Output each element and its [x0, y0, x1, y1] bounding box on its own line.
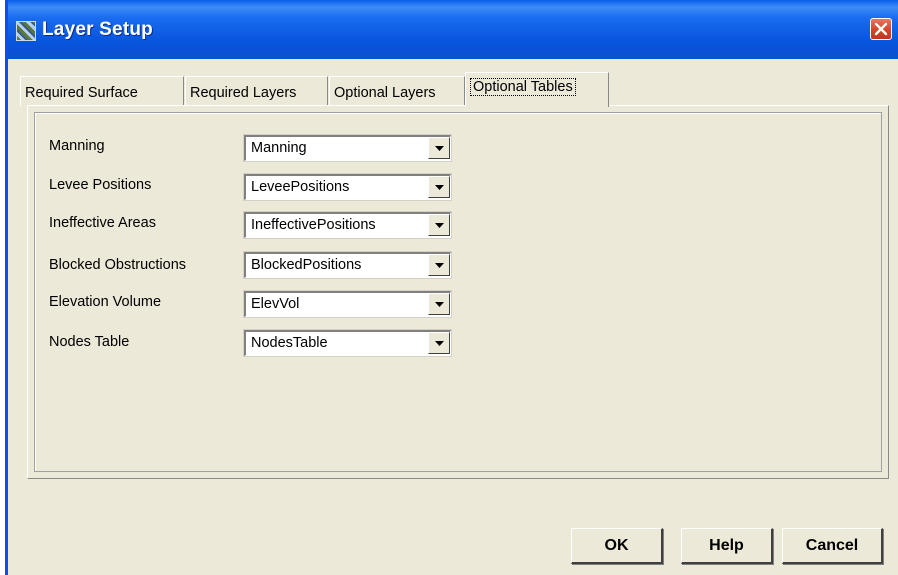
nodes-table-value: NodesTable — [251, 335, 328, 351]
manning-label: Manning — [49, 138, 105, 154]
blocked-obstructions-dropdown-button[interactable] — [428, 254, 450, 276]
tab-label: Required Surface — [25, 85, 138, 101]
ineffective-areas-value: IneffectivePositions — [251, 217, 376, 233]
chevron-down-icon — [435, 146, 444, 151]
nodes-table-dropdown-button[interactable] — [428, 332, 450, 354]
chevron-down-icon — [435, 185, 444, 190]
blocked-obstructions-label: Blocked Obstructions — [49, 257, 187, 273]
chevron-down-icon — [435, 263, 444, 268]
tab-optional-layers[interactable]: Optional Layers — [329, 76, 465, 106]
manning-dropdown-button[interactable] — [428, 137, 450, 159]
tab-required-surface[interactable]: Required Surface — [20, 76, 184, 106]
chevron-down-icon — [435, 223, 444, 228]
levee-positions-dropdown-button[interactable] — [428, 176, 450, 198]
panel-group-box — [34, 112, 882, 472]
tab-optional-tables[interactable]: Optional Tables — [465, 72, 609, 107]
cancel-button[interactable]: Cancel — [782, 528, 883, 564]
optional-tables-panel — [27, 105, 889, 479]
levee-positions-dropdown[interactable]: LeveePositions — [244, 174, 451, 200]
levee-positions-value: LeveePositions — [251, 179, 350, 195]
close-button[interactable] — [870, 18, 892, 40]
ineffective-areas-dropdown[interactable]: IneffectivePositions — [244, 212, 451, 238]
help-button[interactable]: Help — [681, 528, 773, 564]
chevron-down-icon — [435, 302, 444, 307]
window-title: Layer Setup — [42, 19, 153, 40]
elevation-volume-value: ElevVol — [251, 296, 300, 312]
nodes-table-dropdown[interactable]: NodesTable — [244, 330, 451, 356]
tab-label: Optional Layers — [334, 85, 436, 101]
tab-label: Required Layers — [190, 85, 297, 101]
blocked-obstructions-dropdown[interactable]: BlockedPositions — [244, 252, 451, 278]
elevation-volume-dropdown-button[interactable] — [428, 293, 450, 315]
ineffective-areas-label: Ineffective Areas — [49, 215, 156, 231]
chevron-down-icon — [435, 341, 444, 346]
ineffective-areas-dropdown-button[interactable] — [428, 214, 450, 236]
app-icon — [16, 21, 36, 41]
elevation-volume-label: Elevation Volume — [49, 294, 162, 310]
blocked-obstructions-value: BlockedPositions — [251, 257, 362, 273]
manning-value: Manning — [251, 140, 307, 156]
title-bar[interactable]: Layer Setup — [8, 0, 898, 59]
tab-strip: Required Surface Required Layers Optiona… — [18, 72, 898, 107]
ok-button[interactable]: OK — [571, 528, 663, 564]
close-icon — [874, 22, 888, 36]
tab-label: Optional Tables — [470, 78, 576, 96]
levee-positions-label: Levee Positions — [49, 177, 152, 193]
elevation-volume-dropdown[interactable]: ElevVol — [244, 291, 451, 317]
layer-setup-dialog: Layer Setup Required Surface Required La… — [5, 0, 898, 575]
nodes-table-label: Nodes Table — [49, 334, 130, 350]
manning-dropdown[interactable]: Manning — [244, 135, 451, 161]
tab-required-layers[interactable]: Required Layers — [185, 76, 328, 106]
